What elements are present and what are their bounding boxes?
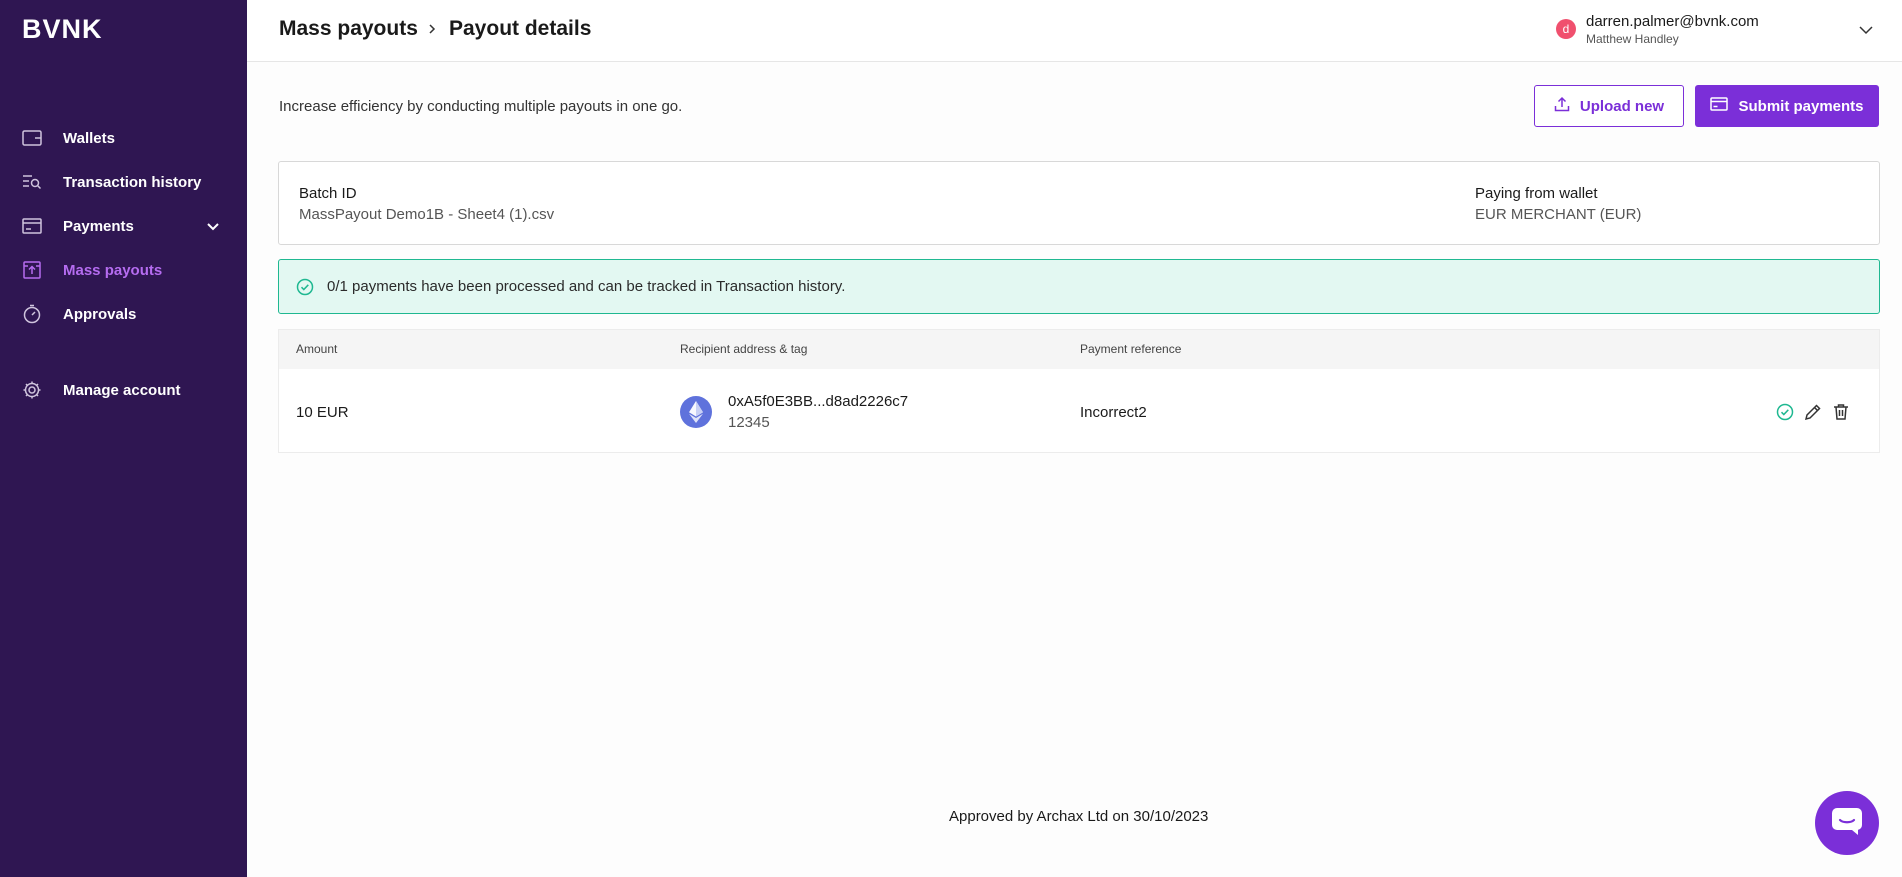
sidebar-item-label: Mass payouts [63,261,163,279]
chevron-right-icon [425,19,439,39]
page-title: Payout details [449,17,592,40]
check-circle-icon[interactable] [1775,402,1795,422]
intro-text: Increase efficiency by conducting multip… [279,98,683,115]
submit-payments-label: Submit payments [1738,97,1864,115]
sidebar-item-payments[interactable]: Payments [0,206,247,246]
sidebar-item-wallets[interactable]: Wallets [0,118,247,158]
notice-text: 0/1 payments have been processed and can… [327,278,846,295]
user-menu[interactable]: d darren.palmer@bvnk.com Matthew Handley [1548,8,1880,50]
column-header-amount: Amount [296,342,338,356]
card-icon [21,215,43,237]
sidebar-item-label: Approvals [63,305,137,323]
sidebar-item-label: Transaction history [63,173,202,191]
stopwatch-icon [21,303,43,325]
batch-details-card: Batch ID MassPayout Demo1B - Sheet4 (1).… [278,161,1880,245]
sidebar-item-label: Wallets [63,129,115,147]
transaction-search-icon [21,171,43,193]
breadcrumb-mass-payouts[interactable]: Mass payouts [279,17,418,41]
avatar: d [1556,19,1576,39]
sidebar: BVNK Wallets Transaction history Payment… [0,0,247,877]
wallet-icon [21,127,43,149]
recipient-address: 0xA5f0E3BB...d8ad2226c7 [728,393,909,410]
amount-cell: 10 EUR [296,404,349,421]
payment-reference-cell: Incorrect2 [1080,404,1147,421]
sidebar-item-transaction-history[interactable]: Transaction history [0,162,247,202]
batch-id-label: Batch ID [299,185,357,202]
brand-logo[interactable]: BVNK [22,14,103,45]
paying-wallet-value: EUR MERCHANT (EUR) [1475,206,1642,223]
upload-icon [1554,96,1570,116]
submit-payments-button[interactable]: Submit payments [1695,85,1879,127]
payouts-table: Amount Recipient address & tag Payment r… [278,329,1880,453]
chat-support-button[interactable] [1815,791,1879,855]
sidebar-item-label: Manage account [63,381,181,399]
sidebar-item-manage-account[interactable]: Manage account [0,370,247,410]
table-row: 10 EUR 0xA5f0E3BB...d8ad2226c7 12345 Inc… [279,369,1879,453]
sidebar-item-mass-payouts[interactable]: Mass payouts [0,250,247,290]
edit-pencil-icon[interactable] [1803,402,1823,422]
recipient-tag: 12345 [728,414,770,431]
chevron-down-icon[interactable] [1858,22,1874,38]
check-circle-icon [296,278,314,296]
processing-notice: 0/1 payments have been processed and can… [278,259,1880,314]
column-header-reference: Payment reference [1080,342,1182,356]
sidebar-item-approvals[interactable]: Approvals [0,294,247,334]
upload-new-label: Upload new [1579,97,1665,115]
upload-new-button[interactable]: Upload new [1534,85,1684,127]
card-icon [1710,97,1729,115]
sidebar-item-label: Payments [63,217,134,235]
chevron-down-icon[interactable] [205,218,221,234]
chat-icon [1830,806,1864,841]
user-email: darren.palmer@bvnk.com [1586,13,1759,30]
ethereum-icon [680,396,712,428]
user-name: Matthew Handley [1586,32,1679,46]
trash-icon[interactable] [1831,402,1851,422]
table-header: Amount Recipient address & tag Payment r… [279,330,1879,369]
column-header-recipient: Recipient address & tag [680,342,808,356]
paying-wallet-label: Paying from wallet [1475,185,1598,202]
mass-payout-icon [21,259,43,281]
gear-icon [21,379,43,401]
approval-footer: Approved by Archax Ltd on 30/10/2023 [949,808,1209,825]
batch-id-value: MassPayout Demo1B - Sheet4 (1).csv [299,206,555,223]
top-header: Mass payouts Payout details d darren.pal… [247,0,1902,62]
